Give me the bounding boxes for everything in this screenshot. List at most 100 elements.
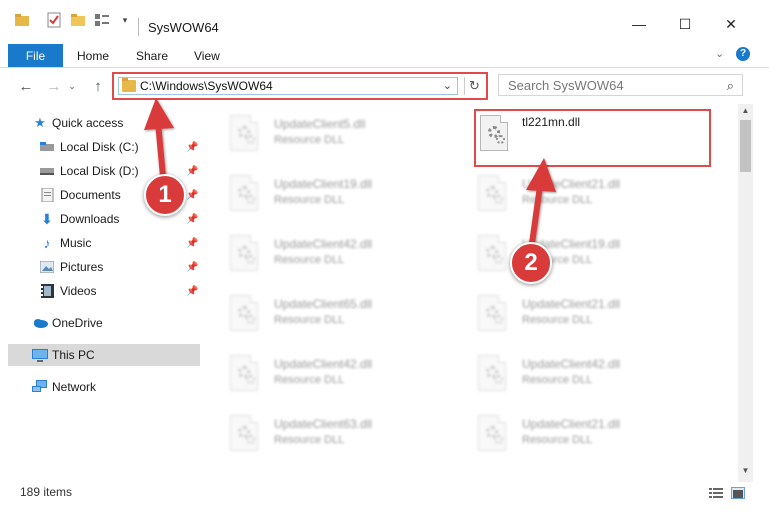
sidebar-item-label: This PC — [52, 348, 95, 362]
sidebar-item-label: Videos — [60, 284, 97, 298]
sidebar-item-onedrive[interactable]: OneDrive — [8, 312, 200, 334]
file-name: UpdateClient5.dll — [274, 117, 366, 131]
tab-view[interactable]: View — [194, 49, 220, 63]
title-separator — [138, 18, 139, 36]
file-item[interactable]: UpdateClient65.dll Resource DLL — [228, 293, 468, 343]
network-icon — [32, 380, 48, 394]
step-2-badge: 2 — [510, 242, 552, 284]
customize-dropdown-icon[interactable]: ▾ — [118, 12, 132, 28]
pin-icon: 📌 — [186, 213, 199, 225]
file-item[interactable]: UpdateClient42.dll Resource DLL — [476, 353, 716, 403]
tab-file[interactable]: File — [8, 44, 63, 67]
pin-icon: 📌 — [186, 285, 199, 297]
dll-file-icon — [228, 355, 260, 395]
file-name: UpdateClient63.dll — [274, 417, 373, 431]
sidebar-item-label: Downloads — [60, 212, 120, 226]
refresh-icon[interactable]: ↻ — [464, 77, 484, 95]
file-name: UpdateClient42.dll — [274, 237, 373, 251]
sidebar-item-label: Music — [60, 236, 92, 250]
file-type: Resource DLL — [274, 314, 345, 326]
sidebar-item-label: Local Disk (C:) — [60, 140, 139, 154]
disk-icon — [39, 140, 55, 154]
search-icon: ⌕ — [726, 78, 734, 93]
dll-file-icon — [476, 295, 508, 335]
close-button[interactable]: ✕ — [716, 14, 746, 34]
details-view-icon[interactable] — [709, 487, 723, 499]
step-1-badge: 1 — [144, 174, 186, 216]
sidebar-item-quick-access[interactable]: ★ Quick access — [8, 112, 200, 134]
address-dropdown-icon[interactable]: ⌄ — [443, 79, 452, 92]
file-item[interactable]: UpdateClient5.dll Resource DLL — [228, 113, 468, 163]
scroll-down-icon[interactable]: ▼ — [738, 466, 753, 478]
file-type: Resource DLL — [522, 314, 593, 326]
ribbon-expand-icon[interactable]: ⌄ — [715, 47, 724, 60]
sidebar-item-local-disk-c[interactable]: Local Disk (C:) 📌 — [8, 136, 200, 158]
address-bar-highlight: C:\Windows\SysWOW64 ⌄ ↻ — [112, 72, 488, 100]
dll-file-icon — [228, 115, 260, 155]
dll-file-icon — [476, 415, 508, 455]
tab-home[interactable]: Home — [77, 49, 109, 63]
up-arrow-icon[interactable]: ↑ — [88, 76, 108, 96]
back-arrow-icon[interactable]: ← — [16, 76, 36, 96]
file-item[interactable]: UpdateClient42.dll Resource DLL — [228, 353, 468, 403]
file-type: Resource DLL — [522, 194, 593, 206]
computer-icon — [32, 348, 48, 362]
file-item[interactable]: UpdateClient42.dll Resource DLL — [228, 233, 468, 283]
title-bar: ▾ SysWOW64 — ☐ ✕ — [0, 0, 769, 38]
file-type: Resource DLL — [274, 434, 345, 446]
scroll-up-icon[interactable]: ▲ — [738, 106, 753, 118]
sidebar-item-videos[interactable]: Videos 📌 — [8, 280, 200, 302]
sidebar-item-label: OneDrive — [52, 316, 103, 330]
sidebar-item-pictures[interactable]: Pictures 📌 — [8, 256, 200, 278]
file-item[interactable]: UpdateClient21.dll Resource DLL — [476, 173, 716, 223]
ribbon-tabs: File Home Share View ⌄ ? — [0, 44, 769, 68]
search-input[interactable]: Search SysWOW64 ⌕ — [498, 74, 743, 96]
new-folder-icon[interactable] — [70, 12, 86, 28]
file-item[interactable]: UpdateClient63.dll Resource DLL — [228, 413, 468, 463]
forward-arrow-icon[interactable]: → — [44, 76, 64, 96]
music-icon: ♪ — [43, 235, 51, 251]
navigation-pane: ★ Quick access Local Disk (C:) 📌 Local D… — [8, 108, 200, 468]
pin-icon: 📌 — [186, 189, 199, 201]
file-name: UpdateClient21.dll — [522, 417, 621, 431]
file-name: UpdateClient21.dll — [522, 297, 621, 311]
download-icon: ⬇ — [41, 210, 53, 227]
file-item[interactable]: UpdateClient19.dll Resource DLL — [228, 173, 468, 223]
properties-icon[interactable] — [46, 12, 62, 28]
folder-icon — [14, 12, 30, 28]
file-highlight-box — [474, 109, 711, 167]
sidebar-item-label: Pictures — [60, 260, 104, 274]
documents-icon — [39, 188, 55, 202]
file-item[interactable]: UpdateClient21.dll Resource DLL — [476, 413, 716, 463]
pin-icon: 📌 — [186, 261, 199, 273]
recent-dropdown-icon[interactable]: ⌄ — [66, 76, 78, 96]
folder-icon — [122, 78, 136, 92]
sidebar-item-music[interactable]: ♪ Music 📌 — [8, 232, 200, 254]
videos-icon — [39, 284, 55, 298]
scroll-thumb[interactable] — [740, 120, 751, 172]
address-bar[interactable]: C:\Windows\SysWOW64 ⌄ — [118, 77, 458, 95]
help-icon[interactable]: ? — [736, 47, 750, 61]
sidebar-item-this-pc[interactable]: This PC — [8, 344, 200, 366]
address-path[interactable]: C:\Windows\SysWOW64 — [140, 79, 273, 93]
tab-share[interactable]: Share — [136, 49, 168, 63]
dll-file-icon — [228, 175, 260, 215]
vertical-scrollbar[interactable]: ▲ ▼ — [738, 104, 753, 482]
view-menu-icon[interactable] — [92, 12, 112, 28]
file-item[interactable]: UpdateClient21.dll Resource DLL — [476, 293, 716, 343]
pin-icon: 📌 — [186, 141, 199, 153]
cloud-icon — [32, 316, 48, 330]
file-type: Resource DLL — [274, 194, 345, 206]
file-name: UpdateClient42.dll — [274, 357, 373, 371]
maximize-button[interactable]: ☐ — [670, 14, 700, 34]
sidebar-item-network[interactable]: Network — [8, 376, 200, 398]
minimize-button[interactable]: — — [624, 14, 654, 34]
pictures-icon — [39, 260, 55, 274]
pin-icon: 📌 — [186, 237, 199, 249]
sidebar-item-label: Local Disk (D:) — [60, 164, 139, 178]
sidebar-item-label: Quick access — [52, 116, 124, 130]
file-name: UpdateClient65.dll — [274, 297, 373, 311]
dll-file-icon — [476, 355, 508, 395]
large-icons-view-icon[interactable] — [731, 487, 745, 499]
dll-file-icon — [228, 235, 260, 275]
